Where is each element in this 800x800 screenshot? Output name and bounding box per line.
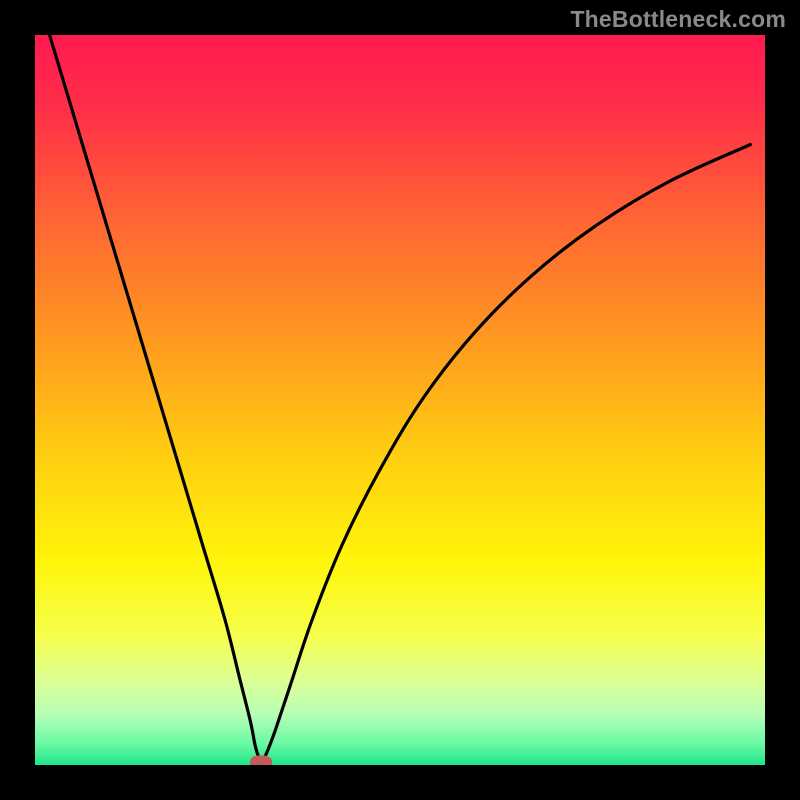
- watermark-text: TheBottleneck.com: [570, 6, 786, 33]
- plot-area: [35, 35, 765, 765]
- bottleneck-curve: [35, 35, 765, 765]
- chart-frame: TheBottleneck.com: [0, 0, 800, 800]
- optimum-marker: [250, 756, 272, 765]
